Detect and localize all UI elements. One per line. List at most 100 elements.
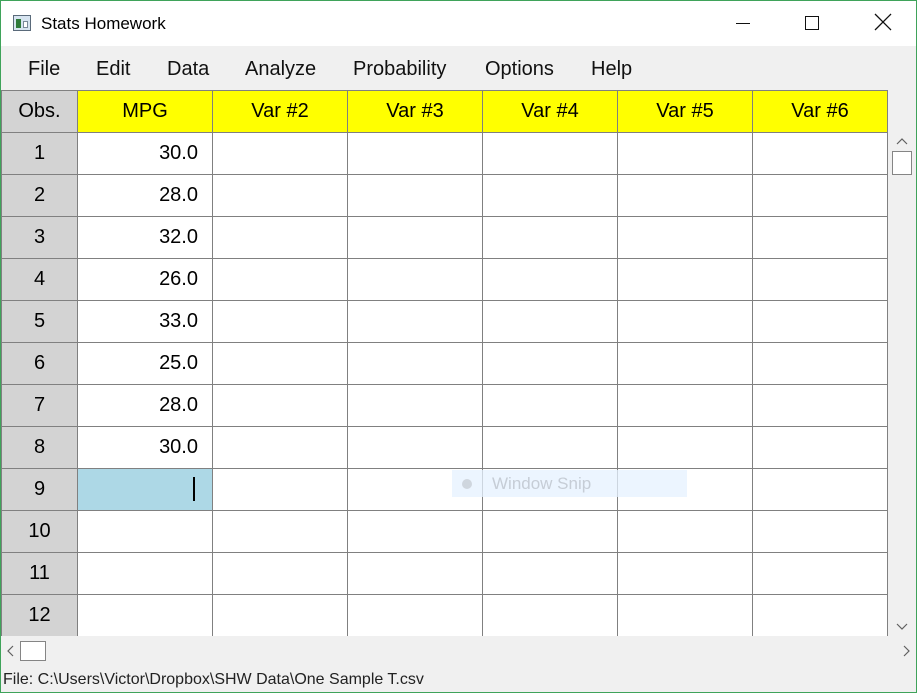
- data-cell[interactable]: [212, 468, 348, 511]
- data-cell[interactable]: [482, 258, 618, 301]
- data-cell[interactable]: [752, 594, 888, 636]
- horizontal-scroll-thumb[interactable]: [20, 641, 46, 661]
- data-cell[interactable]: [212, 384, 348, 427]
- data-cell[interactable]: 30.0: [77, 132, 213, 175]
- data-cell[interactable]: [482, 552, 618, 595]
- data-cell[interactable]: [212, 552, 348, 595]
- data-cell[interactable]: [482, 384, 618, 427]
- data-cell[interactable]: [752, 174, 888, 217]
- column-header[interactable]: Var #4: [482, 90, 618, 133]
- data-cell[interactable]: 28.0: [77, 174, 213, 217]
- data-cell[interactable]: [347, 216, 483, 259]
- data-cell[interactable]: 28.0: [77, 384, 213, 427]
- data-cell[interactable]: [212, 258, 348, 301]
- data-cell[interactable]: [482, 342, 618, 385]
- row-header[interactable]: 4: [1, 258, 78, 301]
- row-header[interactable]: 6: [1, 342, 78, 385]
- scroll-down-icon[interactable]: [895, 619, 909, 633]
- data-cell[interactable]: [77, 510, 213, 553]
- data-cell[interactable]: 32.0: [77, 216, 213, 259]
- title-bar[interactable]: Stats Homework: [1, 1, 916, 46]
- data-cell[interactable]: [482, 174, 618, 217]
- column-header[interactable]: Var #5: [617, 90, 753, 133]
- menu-analyze[interactable]: Analyze: [245, 58, 316, 81]
- data-cell[interactable]: [212, 132, 348, 175]
- data-cell[interactable]: [482, 594, 618, 636]
- column-header[interactable]: MPG: [77, 90, 213, 133]
- data-cell[interactable]: [752, 426, 888, 469]
- data-cell[interactable]: [347, 258, 483, 301]
- data-cell[interactable]: [617, 384, 753, 427]
- row-header[interactable]: 11: [1, 552, 78, 595]
- column-header[interactable]: Var #2: [212, 90, 348, 133]
- menu-help[interactable]: Help: [591, 58, 632, 81]
- data-cell[interactable]: [347, 426, 483, 469]
- menu-file[interactable]: File: [28, 58, 60, 81]
- vertical-scroll-thumb[interactable]: [892, 151, 912, 175]
- data-cell[interactable]: [617, 258, 753, 301]
- vertical-scrollbar[interactable]: [888, 132, 916, 636]
- data-cell[interactable]: [482, 132, 618, 175]
- data-cell[interactable]: [752, 552, 888, 595]
- data-cell[interactable]: [347, 510, 483, 553]
- row-header[interactable]: 12: [1, 594, 78, 636]
- data-cell[interactable]: [752, 468, 888, 511]
- minimize-button[interactable]: [720, 1, 766, 46]
- row-header[interactable]: 10: [1, 510, 78, 553]
- row-header[interactable]: 7: [1, 384, 78, 427]
- column-header[interactable]: Var #6: [752, 90, 888, 133]
- menu-data[interactable]: Data: [167, 58, 209, 81]
- data-cell[interactable]: [212, 510, 348, 553]
- scroll-up-icon[interactable]: [895, 135, 909, 149]
- data-cell[interactable]: 30.0: [77, 426, 213, 469]
- row-header[interactable]: 1: [1, 132, 78, 175]
- menu-options[interactable]: Options: [485, 58, 554, 81]
- data-cell[interactable]: [347, 342, 483, 385]
- maximize-button[interactable]: [789, 1, 835, 46]
- data-cell[interactable]: 33.0: [77, 300, 213, 343]
- data-cell[interactable]: [752, 216, 888, 259]
- row-header[interactable]: 2: [1, 174, 78, 217]
- data-cell[interactable]: [617, 342, 753, 385]
- data-cell[interactable]: [212, 216, 348, 259]
- scroll-right-icon[interactable]: [899, 644, 913, 658]
- data-cell[interactable]: [752, 132, 888, 175]
- data-cell[interactable]: [482, 216, 618, 259]
- data-cell[interactable]: [347, 552, 483, 595]
- scroll-left-icon[interactable]: [4, 644, 18, 658]
- row-header[interactable]: 9: [1, 468, 78, 511]
- data-cell[interactable]: [752, 300, 888, 343]
- row-header[interactable]: 8: [1, 426, 78, 469]
- data-cell[interactable]: 25.0: [77, 342, 213, 385]
- data-cell[interactable]: [617, 300, 753, 343]
- data-cell[interactable]: [752, 342, 888, 385]
- row-header[interactable]: 3: [1, 216, 78, 259]
- data-cell[interactable]: [212, 300, 348, 343]
- data-cell[interactable]: [347, 300, 483, 343]
- data-cell[interactable]: [482, 510, 618, 553]
- data-cell[interactable]: [77, 594, 213, 636]
- data-cell[interactable]: [617, 426, 753, 469]
- data-cell[interactable]: [347, 594, 483, 636]
- data-cell[interactable]: [617, 510, 753, 553]
- data-cell[interactable]: [752, 258, 888, 301]
- data-cell[interactable]: [212, 342, 348, 385]
- data-cell[interactable]: [617, 552, 753, 595]
- menu-edit[interactable]: Edit: [96, 58, 130, 81]
- data-cell[interactable]: [77, 552, 213, 595]
- menu-probability[interactable]: Probability: [353, 58, 446, 81]
- data-cell[interactable]: [347, 132, 483, 175]
- data-cell[interactable]: [752, 384, 888, 427]
- horizontal-scrollbar[interactable]: [1, 637, 916, 665]
- close-button[interactable]: [859, 1, 905, 46]
- data-cell[interactable]: [482, 426, 618, 469]
- data-cell[interactable]: [482, 300, 618, 343]
- row-header[interactable]: 5: [1, 300, 78, 343]
- data-cell[interactable]: [752, 510, 888, 553]
- data-cell[interactable]: [617, 174, 753, 217]
- data-cell[interactable]: 26.0: [77, 258, 213, 301]
- data-cell[interactable]: [617, 132, 753, 175]
- data-cell[interactable]: [347, 174, 483, 217]
- data-cell[interactable]: [617, 216, 753, 259]
- column-header[interactable]: Var #3: [347, 90, 483, 133]
